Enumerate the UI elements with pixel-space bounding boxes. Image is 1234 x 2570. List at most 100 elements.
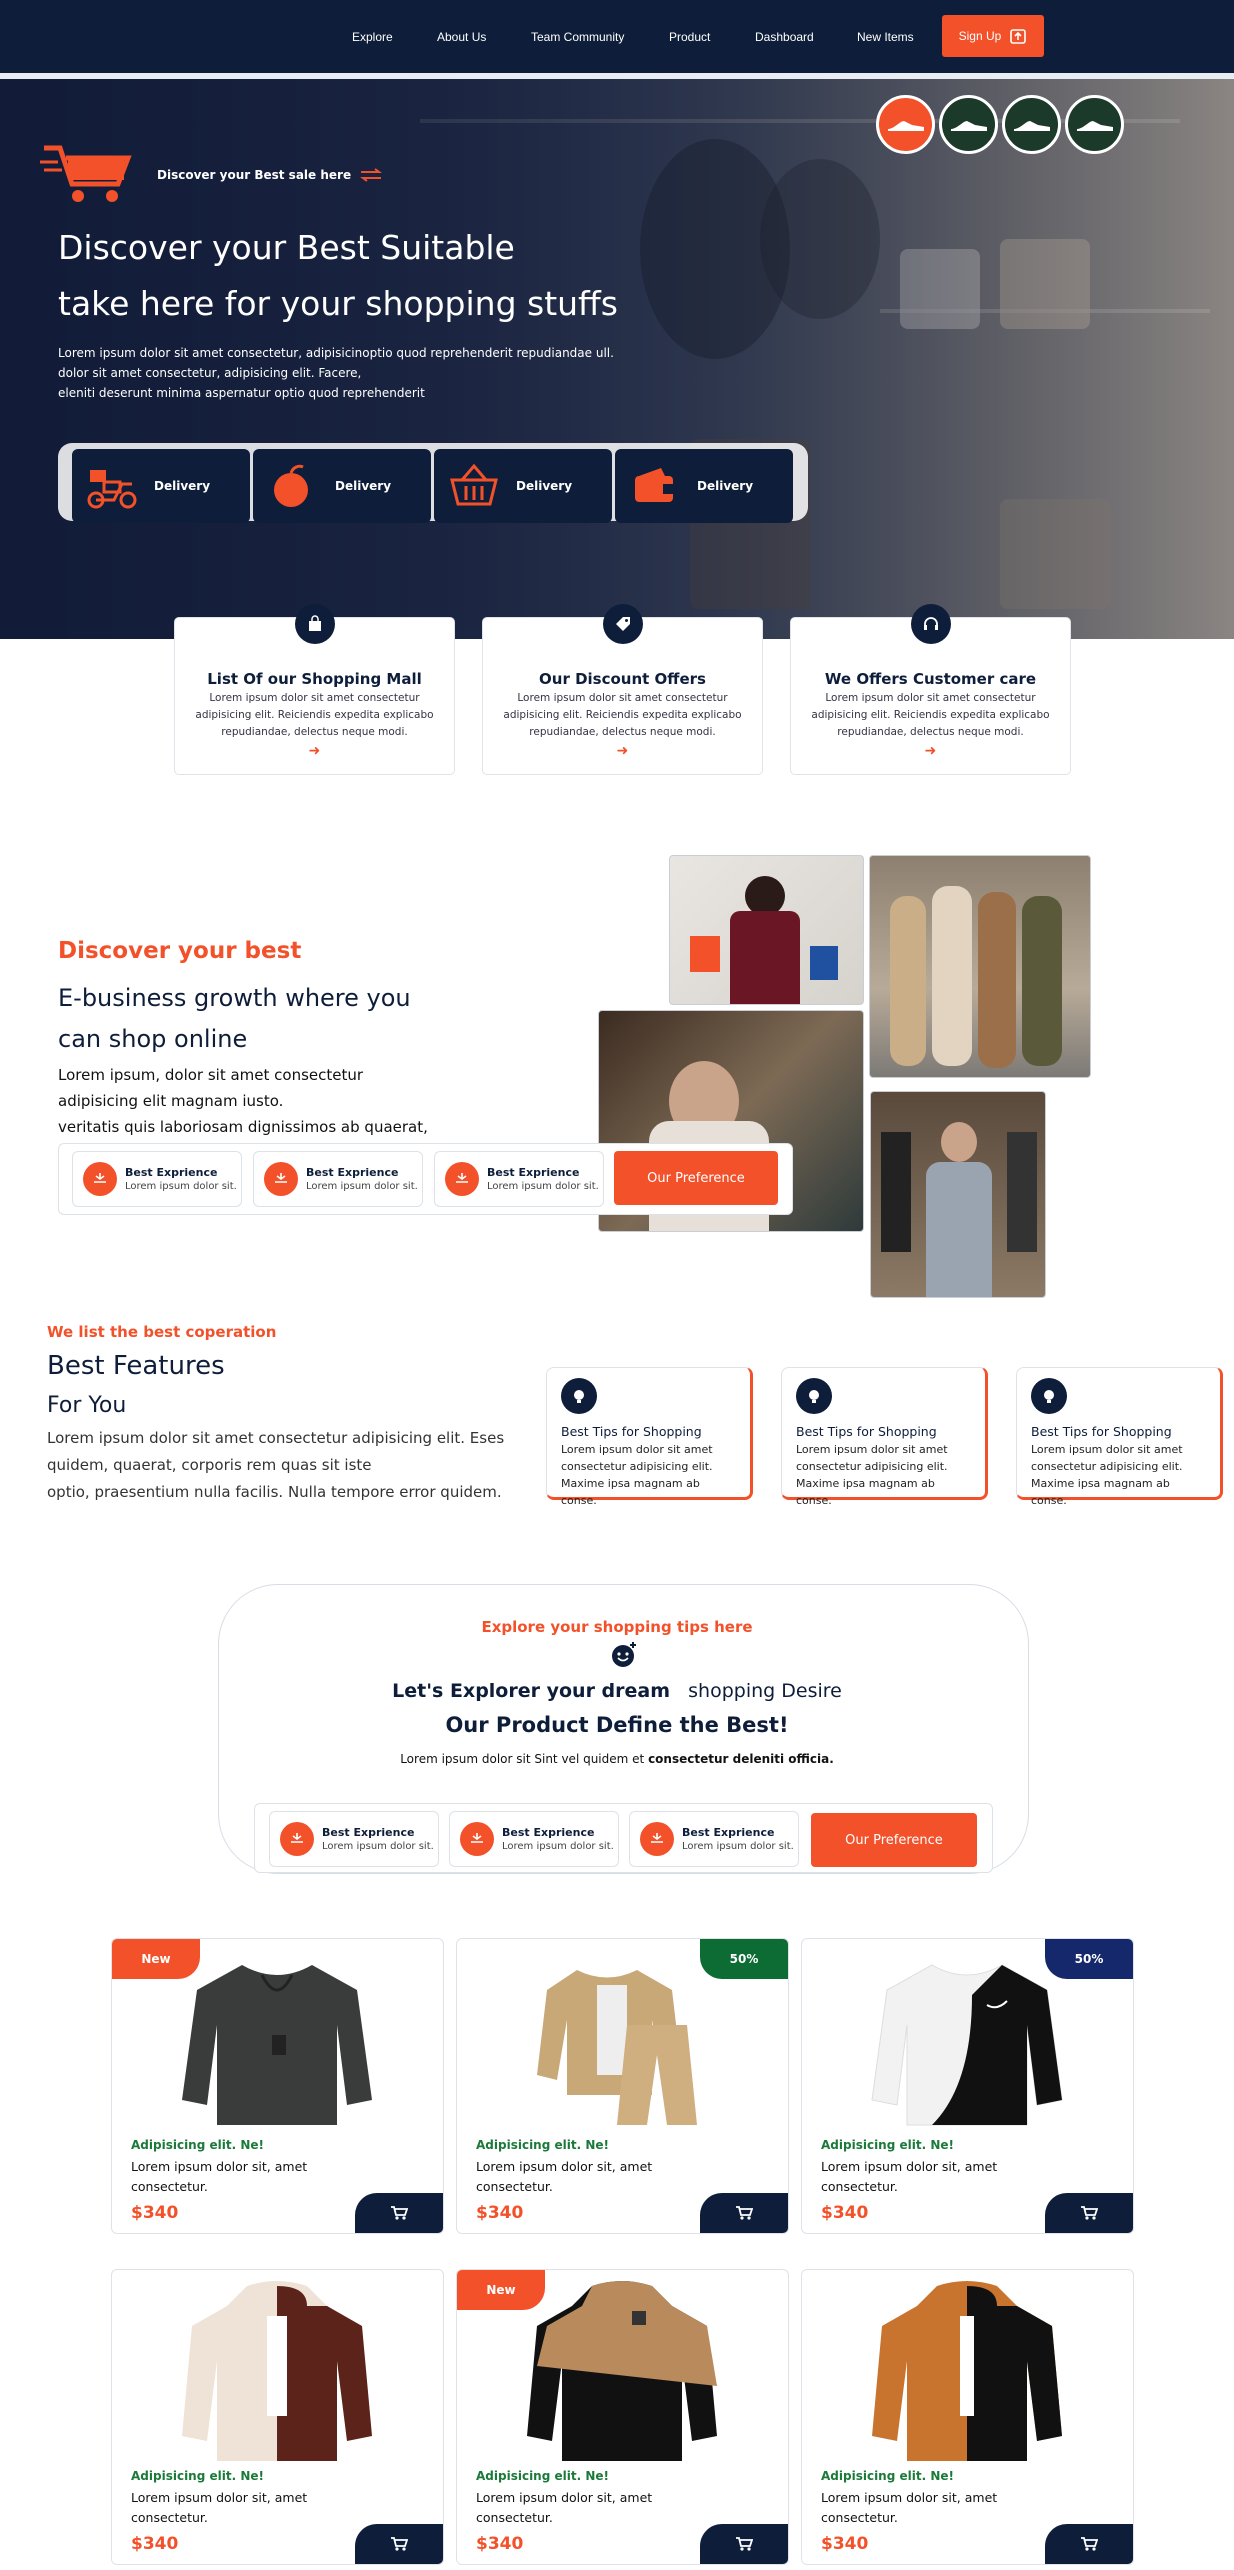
black-sweatshirt-image [182,1965,372,2125]
product-price: $340 [131,2203,179,2223]
fruit-icon [274,464,308,507]
product-price: $340 [476,2534,524,2554]
experience-item[interactable]: Best Exprience Lorem ipsum dolor sit. [434,1151,604,1207]
discover-text: Lorem ipsum, dolor sit amet consectetur … [58,1066,428,1136]
product-category: Adipisicing elit. Ne! [131,2138,264,2152]
service-title: List Of our Shopping Mall [207,670,422,688]
transfer-arrows-icon [360,168,383,182]
experience-item[interactable]: Best Exprience Lorem ipsum dolor sit. [253,1151,423,1207]
sparkle-icon [264,1162,298,1196]
arrow-right-icon[interactable]: ➜ [175,743,454,759]
cart-icon [391,2206,408,2220]
sneaker-icon [1076,120,1113,131]
product-category: Adipisicing elit. Ne! [821,2469,954,2483]
product-card[interactable]: New Adipisicing elit. Ne! Lorem ipsum do… [456,2269,789,2565]
shoe-thumb-4[interactable] [1065,95,1124,154]
sparkle-icon [83,1162,117,1196]
discover-title: E-business growth where you can shop onl… [58,984,411,1053]
product-category: Adipisicing elit. Ne! [476,2138,609,2152]
product-card[interactable]: 50% Adipisicing elit. Ne! Lorem ipsum do… [456,1938,789,2234]
service-title: We Offers Customer care [824,670,1037,688]
features-kicker: We list the best coperation [47,1323,277,1341]
shoe-thumb-1[interactable] [876,95,935,154]
arrow-right-icon[interactable]: ➜ [791,743,1070,759]
product-description: Lorem ipsum dolor sit, amet consectetur. [476,2490,653,2525]
experience-item[interactable]: Best Exprience Lorem ipsum dolor sit. [269,1811,439,1867]
wallet-icon [635,468,675,502]
experience-item[interactable]: Best Exprience Lorem ipsum dolor sit. [449,1811,619,1867]
nav-explore[interactable]: Explore [352,30,393,44]
delivery-basket[interactable]: Delivery [434,449,612,523]
product-card[interactable]: 50% Adipisicing elit. Ne! Lorem ipsum do… [801,1938,1134,2234]
add-to-cart-button[interactable] [700,2193,788,2233]
tip-card: Best Tips for Shopping Lorem ipsum dolor… [1016,1367,1223,1507]
explore-heading: Let's Explorer your dream shopping Desir… [392,1680,842,1702]
product-description: Lorem ipsum dolor sit, amet consectetur. [821,2159,998,2194]
explore-kicker: Explore your shopping tips here [481,1618,753,1636]
nav-product[interactable]: Product [669,30,710,44]
delivery-wallet[interactable]: Delivery [615,449,793,523]
tag-icon [602,604,643,644]
brown-cream-hoodie-image [182,2281,372,2461]
hero-title: Discover your Best Suitable take here fo… [58,228,618,323]
tip-card: Best Tips for Shopping Lorem ipsum dolor… [546,1367,753,1507]
product-card[interactable]: Adipisicing elit. Ne! Lorem ipsum dolor … [111,2269,444,2565]
add-to-cart-button[interactable] [355,2193,443,2233]
sparkle-icon [460,1822,494,1856]
features-subtitle: For You [47,1393,127,1418]
add-to-cart-button[interactable] [700,2524,788,2564]
cart-icon [1081,2206,1098,2220]
photo-shopping-woman [669,855,864,1005]
black-white-sweatshirt-image [871,1964,1063,2126]
service-card-shopping-mall: List Of our Shopping Mall Lorem ipsum do… [174,604,455,775]
signup-label: Sign Up [958,29,1002,43]
explore-paragraph: Lorem ipsum dolor sit Sint vel quidem et… [400,1752,834,1766]
product-price: $340 [131,2534,179,2554]
lightbulb-icon [1031,1378,1067,1414]
nav-new-items[interactable]: New Items [857,30,914,44]
sneaker-icon [950,120,987,131]
shoe-thumb-2[interactable] [939,95,998,154]
add-to-cart-button[interactable] [1045,2524,1133,2564]
service-text: Lorem ipsum dolor sit amet consectetur a… [195,692,434,738]
sparkle-icon [280,1822,314,1856]
service-text: Lorem ipsum dolor sit amet consectetur a… [503,692,742,738]
cart-icon [736,2206,753,2220]
experience-item[interactable]: Best Exprience Lorem ipsum dolor sit. [629,1811,799,1867]
features-title: Best Features [47,1351,225,1381]
hero-description: Lorem ipsum dolor sit amet consectetur, … [58,346,614,400]
product-card[interactable]: Adipisicing elit. Ne! Lorem ipsum dolor … [801,2269,1134,2565]
our-preference-button[interactable]: Our Preference [614,1151,778,1205]
arrow-right-icon[interactable]: ➜ [483,743,762,759]
add-to-cart-button[interactable] [1045,2193,1133,2233]
add-to-cart-button[interactable] [355,2524,443,2564]
delivery-fruit[interactable]: Delivery [253,449,431,523]
cart-icon [1081,2537,1098,2551]
sneaker-icon [1013,120,1050,131]
product-description: Lorem ipsum dolor sit, amet consectetur. [476,2159,653,2194]
nav-dashboard[interactable]: Dashboard [755,30,814,44]
delivery-scooter[interactable]: Delivery [72,449,250,523]
basket-icon [450,463,498,506]
product-price: $340 [821,2534,869,2554]
signup-button[interactable]: Sign Up [942,15,1044,57]
our-preference-button-2[interactable]: Our Preference [811,1813,977,1867]
orange-black-hoodie-image [872,2281,1062,2461]
product-card[interactable]: New Adipisicing elit. Ne! Lorem ipsum do… [111,1938,444,2234]
nav-about-us[interactable]: About Us [437,30,486,44]
nav-team-community[interactable]: Team Community [531,30,624,44]
product-price: $340 [476,2203,524,2223]
product-description: Lorem ipsum dolor sit, amet consectetur. [131,2490,308,2525]
lightbulb-icon [561,1378,597,1414]
smiley-icon [612,1642,636,1667]
top-nav: Explore About Us Team Community Product … [0,0,1234,73]
headset-icon [910,604,951,644]
service-title: Our Discount Offers [539,670,706,688]
discover-kicker: Discover your best [58,938,302,964]
shoe-thumb-3[interactable] [1002,95,1061,154]
explore-heading-2: Our Product Define the Best! [445,1713,789,1737]
experience-item[interactable]: Best Exprience Lorem ipsum dolor sit. [72,1151,242,1207]
beige-tracksuit-image [537,1970,697,2125]
shopping-bag-icon [294,604,335,644]
sneaker-icon [887,120,924,131]
